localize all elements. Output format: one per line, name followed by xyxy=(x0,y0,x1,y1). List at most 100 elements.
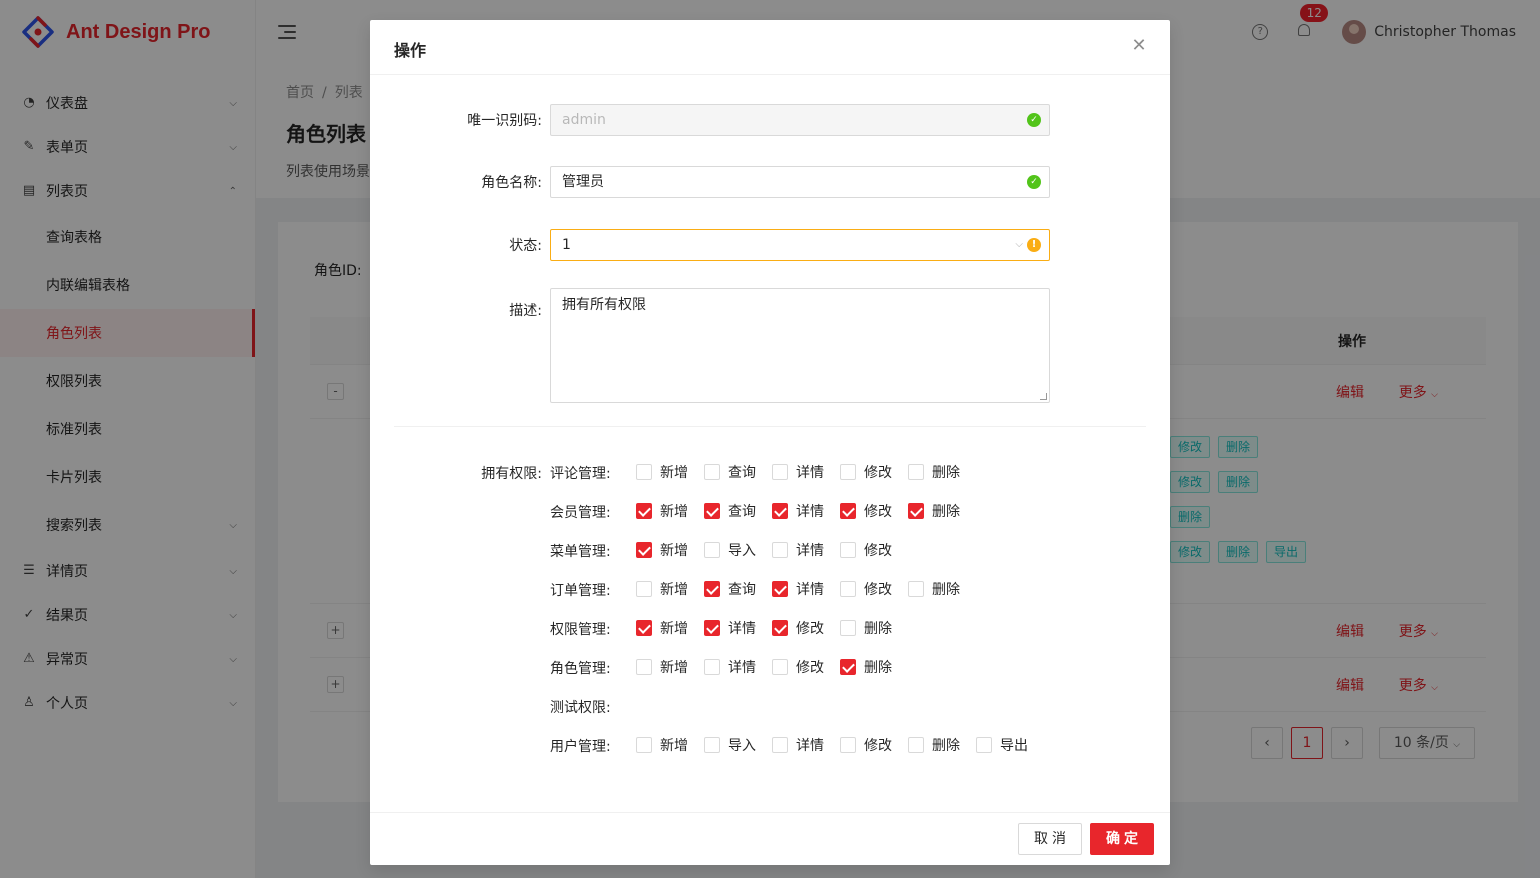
status-label: 状态: xyxy=(509,238,542,254)
permission-checkbox[interactable]: 详情 xyxy=(704,656,772,678)
modal-title: 操作 xyxy=(370,20,1170,75)
permission-checkbox[interactable]: 修改 xyxy=(840,734,908,756)
permission-checkbox[interactable]: 查询 xyxy=(704,578,772,600)
checkbox-unchecked-icon[interactable] xyxy=(908,581,924,597)
permissions-label: 拥有权限: xyxy=(481,466,542,482)
permission-checkbox[interactable]: 修改 xyxy=(772,656,840,678)
checkbox-unchecked-icon[interactable] xyxy=(908,464,924,480)
checkbox-unchecked-icon[interactable] xyxy=(772,464,788,480)
permission-checkbox[interactable]: 新增 xyxy=(636,656,704,678)
checkbox-unchecked-icon[interactable] xyxy=(704,659,720,675)
check-circle-icon: ✓ xyxy=(1027,175,1041,189)
checkbox-unchecked-icon[interactable] xyxy=(636,464,652,480)
checkbox-label: 详情 xyxy=(796,465,824,481)
permission-checkbox[interactable]: 详情 xyxy=(704,617,772,639)
permission-checkbox[interactable]: 修改 xyxy=(840,500,908,522)
resize-handle-icon[interactable] xyxy=(1040,393,1047,400)
permission-checkbox[interactable]: 删除 xyxy=(840,656,908,678)
permission-checkbox[interactable]: 导入 xyxy=(704,734,772,756)
checkbox-unchecked-icon[interactable] xyxy=(772,659,788,675)
checkbox-unchecked-icon[interactable] xyxy=(704,542,720,558)
checkbox-unchecked-icon[interactable] xyxy=(704,737,720,753)
checkbox-label: 查询 xyxy=(728,582,756,598)
role-edit-modal: 操作 ✕ 唯一识别码: admin ✓ 角色名称: 管理员 ✓ 状态: 1 ⌵ … xyxy=(370,20,1170,865)
checkbox-label: 删除 xyxy=(932,582,960,598)
form-item-name: 角色名称: 管理员 ✓ xyxy=(370,166,1170,198)
permission-checkbox[interactable]: 新增 xyxy=(636,461,704,483)
permission-checkbox[interactable]: 删除 xyxy=(908,461,976,483)
permission-group-label: 评论管理: xyxy=(550,466,611,482)
status-select[interactable]: 1 ⌵ ! xyxy=(550,229,1050,261)
checkbox-checked-icon[interactable] xyxy=(636,620,652,636)
permission-checkbox[interactable]: 修改 xyxy=(840,539,908,561)
checkbox-label: 查询 xyxy=(728,465,756,481)
permission-checkbox[interactable]: 新增 xyxy=(636,539,704,561)
code-input: admin ✓ xyxy=(550,104,1050,136)
permission-checkbox[interactable]: 详情 xyxy=(772,500,840,522)
close-icon[interactable]: ✕ xyxy=(1130,37,1148,55)
checkbox-checked-icon[interactable] xyxy=(840,503,856,519)
permission-checkbox[interactable]: 新增 xyxy=(636,734,704,756)
checkbox-label: 删除 xyxy=(864,621,892,637)
permission-checkbox[interactable]: 删除 xyxy=(840,617,908,639)
permission-checkbox[interactable]: 修改 xyxy=(772,617,840,639)
permission-checkbox[interactable]: 修改 xyxy=(840,461,908,483)
checkbox-label: 导入 xyxy=(728,543,756,559)
checkbox-checked-icon[interactable] xyxy=(704,581,720,597)
checkbox-unchecked-icon[interactable] xyxy=(976,737,992,753)
checkbox-unchecked-icon[interactable] xyxy=(636,737,652,753)
confirm-button[interactable]: 确定 xyxy=(1090,823,1154,855)
permission-row: 评论管理: 新增 查询 详情 修改 删除 xyxy=(550,461,1110,483)
checkbox-label: 修改 xyxy=(864,582,892,598)
checkbox-label: 新增 xyxy=(660,621,688,637)
permission-checkbox[interactable]: 详情 xyxy=(772,734,840,756)
checkbox-checked-icon[interactable] xyxy=(636,503,652,519)
permission-checkbox[interactable]: 删除 xyxy=(908,500,976,522)
permission-checkbox[interactable]: 导入 xyxy=(704,539,772,561)
permission-checkbox[interactable]: 查询 xyxy=(704,500,772,522)
checkbox-unchecked-icon[interactable] xyxy=(840,542,856,558)
checkbox-unchecked-icon[interactable] xyxy=(840,737,856,753)
checkbox-label: 查询 xyxy=(728,504,756,520)
checkbox-label: 详情 xyxy=(796,504,824,520)
checkbox-unchecked-icon[interactable] xyxy=(840,581,856,597)
checkbox-checked-icon[interactable] xyxy=(704,620,720,636)
permission-checkbox[interactable]: 详情 xyxy=(772,461,840,483)
permission-checkbox[interactable]: 新增 xyxy=(636,617,704,639)
permission-checkbox[interactable]: 删除 xyxy=(908,578,976,600)
checkbox-unchecked-icon[interactable] xyxy=(636,581,652,597)
cancel-button[interactable]: 取消 xyxy=(1018,823,1082,855)
checkbox-checked-icon[interactable] xyxy=(840,659,856,675)
checkbox-unchecked-icon[interactable] xyxy=(908,737,924,753)
permission-row: 会员管理: 新增 查询 详情 修改 删除 xyxy=(550,500,1110,522)
checkbox-unchecked-icon[interactable] xyxy=(772,737,788,753)
permission-checkbox[interactable]: 详情 xyxy=(772,578,840,600)
checkbox-checked-icon[interactable] xyxy=(704,503,720,519)
checkbox-unchecked-icon[interactable] xyxy=(636,659,652,675)
permission-checkbox[interactable]: 修改 xyxy=(840,578,908,600)
checkbox-checked-icon[interactable] xyxy=(772,503,788,519)
role-name-input[interactable]: 管理员 ✓ xyxy=(550,166,1050,198)
description-textarea[interactable]: 拥有所有权限 xyxy=(550,288,1050,403)
permission-checkbox[interactable]: 导出 xyxy=(976,734,1044,756)
checkbox-checked-icon[interactable] xyxy=(636,542,652,558)
checkbox-label: 新增 xyxy=(660,504,688,520)
checkbox-checked-icon[interactable] xyxy=(772,620,788,636)
permission-checkbox[interactable]: 新增 xyxy=(636,500,704,522)
checkbox-unchecked-icon[interactable] xyxy=(840,464,856,480)
permission-checkbox[interactable]: 查询 xyxy=(704,461,772,483)
divider xyxy=(394,426,1146,427)
permission-checkbox-group: 新增 导入 详情 修改 xyxy=(636,539,908,561)
description-value: 拥有所有权限 xyxy=(562,297,646,313)
role-name-value: 管理员 xyxy=(562,174,604,190)
checkbox-checked-icon[interactable] xyxy=(772,581,788,597)
permission-checkbox[interactable]: 新增 xyxy=(636,578,704,600)
checkbox-unchecked-icon[interactable] xyxy=(704,464,720,480)
checkbox-unchecked-icon[interactable] xyxy=(772,542,788,558)
permission-checkbox[interactable]: 详情 xyxy=(772,539,840,561)
checkbox-checked-icon[interactable] xyxy=(908,503,924,519)
checkbox-label: 详情 xyxy=(796,543,824,559)
permission-checkbox[interactable]: 删除 xyxy=(908,734,976,756)
checkbox-unchecked-icon[interactable] xyxy=(840,620,856,636)
form-item-status: 状态: 1 ⌵ ! xyxy=(370,229,1170,261)
